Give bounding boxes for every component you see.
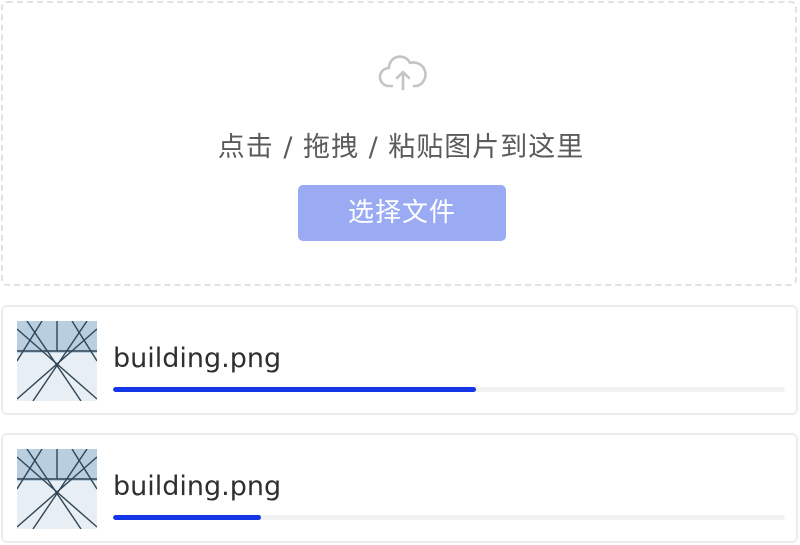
upload-progress-fill xyxy=(113,515,261,520)
file-item[interactable]: building.png xyxy=(1,305,798,415)
upload-progress-bar xyxy=(113,387,785,392)
building-image-icon xyxy=(17,449,97,529)
select-file-button[interactable]: 选择文件 xyxy=(298,185,506,241)
file-name: building.png xyxy=(113,471,282,502)
dropzone-hint: 点击 / 拖拽 / 粘贴图片到这里 xyxy=(217,132,585,163)
upload-dropzone[interactable]: 点击 / 拖拽 / 粘贴图片到这里 选择文件 xyxy=(1,1,797,286)
building-image-icon xyxy=(17,321,97,401)
file-item[interactable]: building.png xyxy=(1,433,798,543)
cloud-upload-icon xyxy=(378,55,427,91)
upload-progress-bar xyxy=(113,515,785,520)
file-name: building.png xyxy=(113,343,282,374)
upload-progress-fill xyxy=(113,387,476,392)
